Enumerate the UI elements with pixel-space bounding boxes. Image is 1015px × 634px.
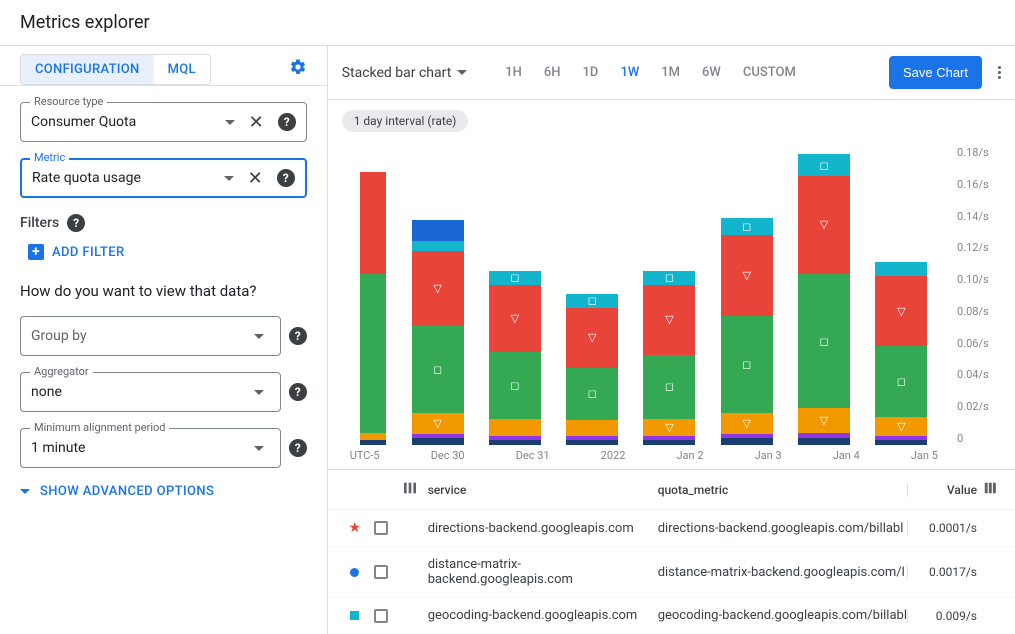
legend-service: distance-matrix-backend.googleapis.com — [428, 557, 658, 587]
time-range-1w[interactable]: 1W — [610, 59, 649, 86]
series-square-icon — [350, 611, 359, 620]
series-dot-icon — [350, 568, 359, 577]
time-range-1h[interactable]: 1H — [495, 59, 532, 86]
legend-checkbox[interactable] — [374, 609, 388, 623]
bar-column[interactable]: ▽◻▽ — [412, 220, 464, 445]
chart-area[interactable]: ▽◻▽ ◻▽◻ ◻▽◻ ▽◻▽◻ ▽◻▽◻ ▽◻▽◻ ▽◻▽ 0.18/s0.16/s0.1… — [328, 132, 1015, 469]
aggregator-select[interactable]: none — [20, 372, 281, 412]
help-icon[interactable]: ? — [289, 439, 307, 457]
legend-row[interactable]: geocoding-backend.googleapis.comgeocodin… — [328, 598, 1015, 634]
page-header: Metrics explorer — [0, 0, 1015, 46]
legend-value: 0.009/s — [907, 609, 977, 623]
interval-chip: 1 day interval (rate) — [342, 110, 469, 132]
time-range-group: 1H6H1D1W1M6WCUSTOM — [495, 59, 806, 86]
clear-resource-icon[interactable]: ✕ — [249, 112, 264, 133]
help-icon[interactable]: ? — [278, 113, 296, 131]
legend-table: service quota_metric Value ★ directions-b… — [328, 469, 1015, 634]
col-value[interactable]: Value — [907, 483, 977, 497]
bar-column[interactable]: ▽◻▽◻ — [643, 271, 695, 445]
tab-configuration[interactable]: CONFIGURATION — [21, 55, 154, 84]
resource-type-value: Consumer Quota — [31, 114, 219, 130]
legend-checkbox[interactable] — [374, 565, 388, 579]
time-range-custom[interactable]: CUSTOM — [733, 59, 806, 86]
aggregator-value: none — [31, 384, 248, 400]
page-title: Metrics explorer — [20, 12, 995, 33]
legend-row[interactable]: distance-matrix-backend.googleapis.comdi… — [328, 547, 1015, 598]
bar-column[interactable]: ◻▽◻ — [489, 271, 541, 445]
aggregator-label: Aggregator — [30, 365, 93, 378]
bar-column[interactable]: ◻▽◻ — [566, 294, 618, 445]
legend-quota: directions-backend.googleapis.com/billab… — [658, 521, 907, 536]
more-options-icon[interactable] — [998, 66, 1001, 79]
x-axis: UTC-5Dec 30Dec 312022Jan 2Jan 3Jan 4Jan … — [342, 449, 946, 469]
chart-type-select[interactable]: Stacked bar chart — [342, 65, 474, 81]
legend-value: 0.0001/s — [907, 521, 977, 535]
groupby-select[interactable]: Group by — [20, 316, 281, 356]
chevron-down-icon — [225, 120, 235, 125]
add-filter-button[interactable]: + ADD FILTER — [28, 244, 307, 260]
alignment-value: 1 minute — [31, 440, 248, 456]
chevron-down-icon — [20, 489, 30, 494]
bar-column[interactable] — [360, 172, 386, 445]
chart-toolbar: Stacked bar chart 1H6H1D1W1M6WCUSTOM Sav… — [328, 46, 1015, 100]
tab-mql[interactable]: MQL — [154, 55, 210, 84]
help-icon[interactable]: ? — [289, 327, 307, 345]
clear-metric-icon[interactable]: ✕ — [248, 168, 263, 189]
view-data-heading: How do you want to view that data? — [20, 282, 307, 300]
col-quota[interactable]: quota_metric — [658, 483, 907, 497]
resource-type-label: Resource type — [30, 95, 107, 108]
gear-icon[interactable] — [289, 58, 307, 81]
col-service[interactable]: service — [428, 483, 658, 497]
alignment-select[interactable]: 1 minute — [20, 428, 281, 468]
save-chart-button[interactable]: Save Chart — [889, 56, 982, 89]
bar-column[interactable]: ▽◻▽◻ — [721, 218, 773, 445]
y-axis: 0.18/s0.16/s0.14/s0.12/s0.10/s0.08/s0.06… — [951, 146, 1001, 445]
time-range-6h[interactable]: 6H — [534, 59, 571, 86]
legend-quota: distance-matrix-backend.googleapis.com/l — [658, 565, 907, 580]
alignment-label: Minimum alignment period — [30, 421, 169, 434]
time-range-6w[interactable]: 6W — [692, 59, 731, 86]
legend-value: 0.0017/s — [907, 565, 977, 579]
bar-column[interactable]: ▽◻▽◻ — [798, 154, 850, 445]
metric-select[interactable]: Rate quota usage ✕ ? — [20, 158, 307, 198]
chevron-down-icon — [254, 334, 264, 339]
column-chooser-icon[interactable] — [977, 481, 997, 498]
legend-service: directions-backend.googleapis.com — [428, 521, 658, 536]
chevron-down-icon — [254, 390, 264, 395]
bar-column[interactable]: ▽◻▽ — [875, 262, 927, 445]
groupby-placeholder: Group by — [31, 328, 248, 344]
chevron-down-icon — [457, 70, 467, 75]
help-icon[interactable]: ? — [277, 169, 295, 187]
time-range-1m[interactable]: 1M — [651, 59, 690, 86]
legend-service: geocoding-backend.googleapis.com — [428, 608, 658, 623]
show-advanced-button[interactable]: SHOW ADVANCED OPTIONS — [20, 484, 307, 499]
help-icon[interactable]: ? — [67, 214, 85, 232]
chevron-down-icon — [254, 446, 264, 451]
metric-label: Metric — [30, 151, 69, 164]
columns-icon — [402, 480, 418, 496]
filters-heading: Filters — [20, 215, 59, 231]
config-tab-group: CONFIGURATION MQL — [20, 54, 211, 85]
star-icon: ★ — [348, 520, 361, 536]
legend-row[interactable]: ★ directions-backend.googleapis.comdirect… — [328, 510, 1015, 547]
help-icon[interactable]: ? — [289, 383, 307, 401]
legend-checkbox[interactable] — [374, 521, 388, 535]
metric-value: Rate quota usage — [32, 170, 218, 186]
plus-icon: + — [28, 244, 44, 260]
resource-type-select[interactable]: Consumer Quota ✕ ? — [20, 102, 307, 142]
chevron-down-icon — [224, 176, 234, 181]
time-range-1d[interactable]: 1D — [573, 59, 609, 86]
config-sidebar: CONFIGURATION MQL Resource type Consumer… — [0, 46, 328, 634]
legend-quota: geocoding-backend.googleapis.com/billabl — [658, 608, 907, 623]
